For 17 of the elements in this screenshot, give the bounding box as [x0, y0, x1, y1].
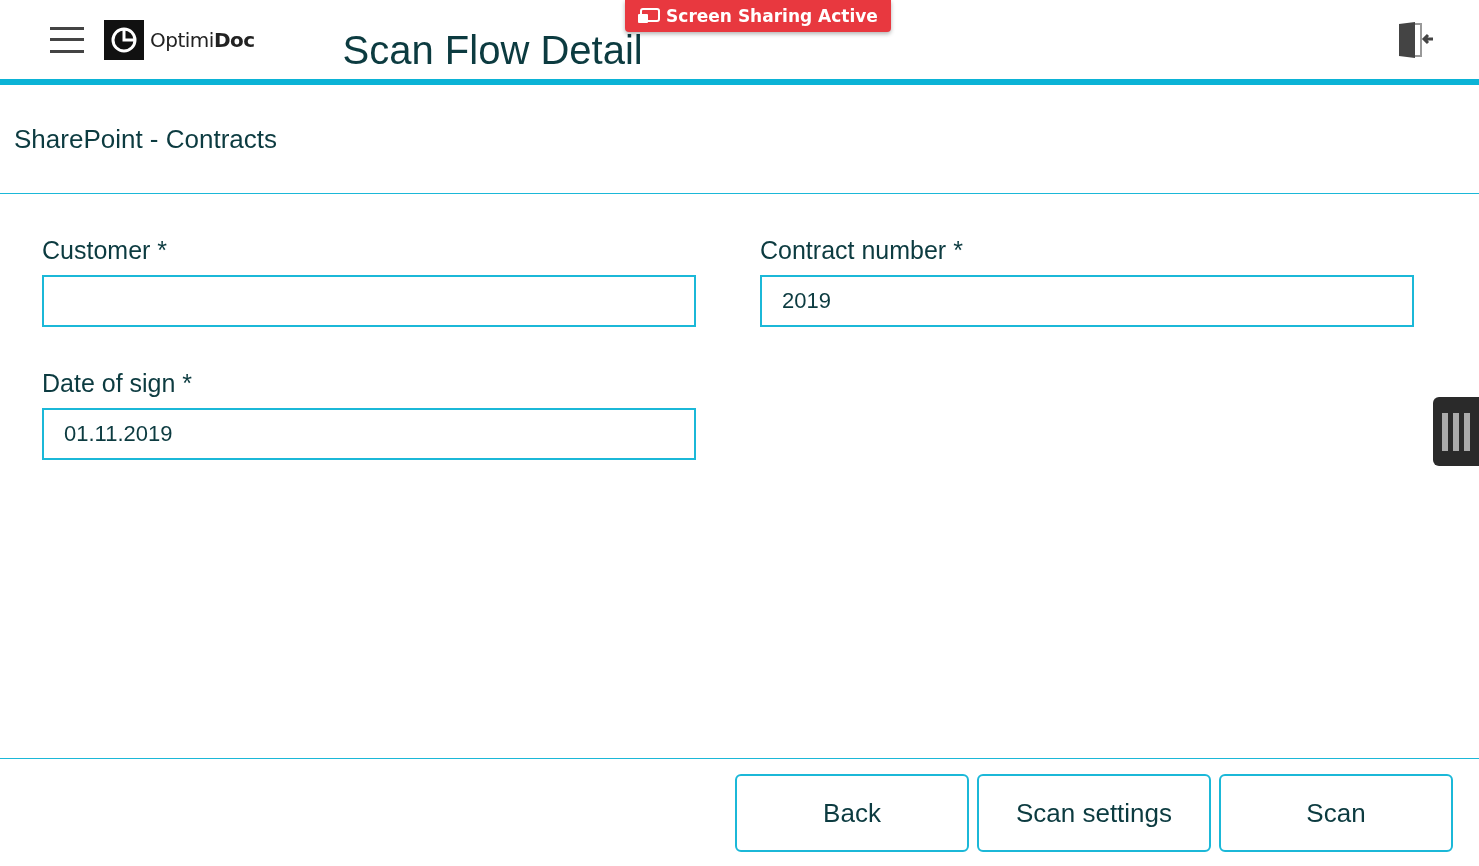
field-label: Customer * — [42, 236, 169, 265]
page-title: Scan Flow Detail — [342, 26, 643, 72]
screen-share-icon — [638, 8, 661, 24]
input-field[interactable]: 01.11.2019 — [42, 408, 696, 460]
logo-icon — [104, 19, 144, 60]
logo-text: OptimiDoc — [150, 27, 255, 52]
input-field[interactable]: 2019 — [760, 275, 1414, 327]
field-label: Date of sign * — [42, 369, 194, 398]
footer-button[interactable]: Back — [735, 774, 969, 852]
footer-button[interactable]: Scan settings — [977, 774, 1211, 852]
side-panel-handle[interactable] — [1433, 397, 1479, 466]
footer-button[interactable]: Scan — [1219, 774, 1453, 852]
field-label: Contract number * — [760, 236, 964, 265]
banner-text: Screen Sharing Active — [666, 6, 878, 26]
flow-name: SharePoint - Contracts — [14, 123, 277, 155]
menu-button[interactable] — [50, 26, 84, 53]
input-field[interactable] — [42, 275, 696, 327]
